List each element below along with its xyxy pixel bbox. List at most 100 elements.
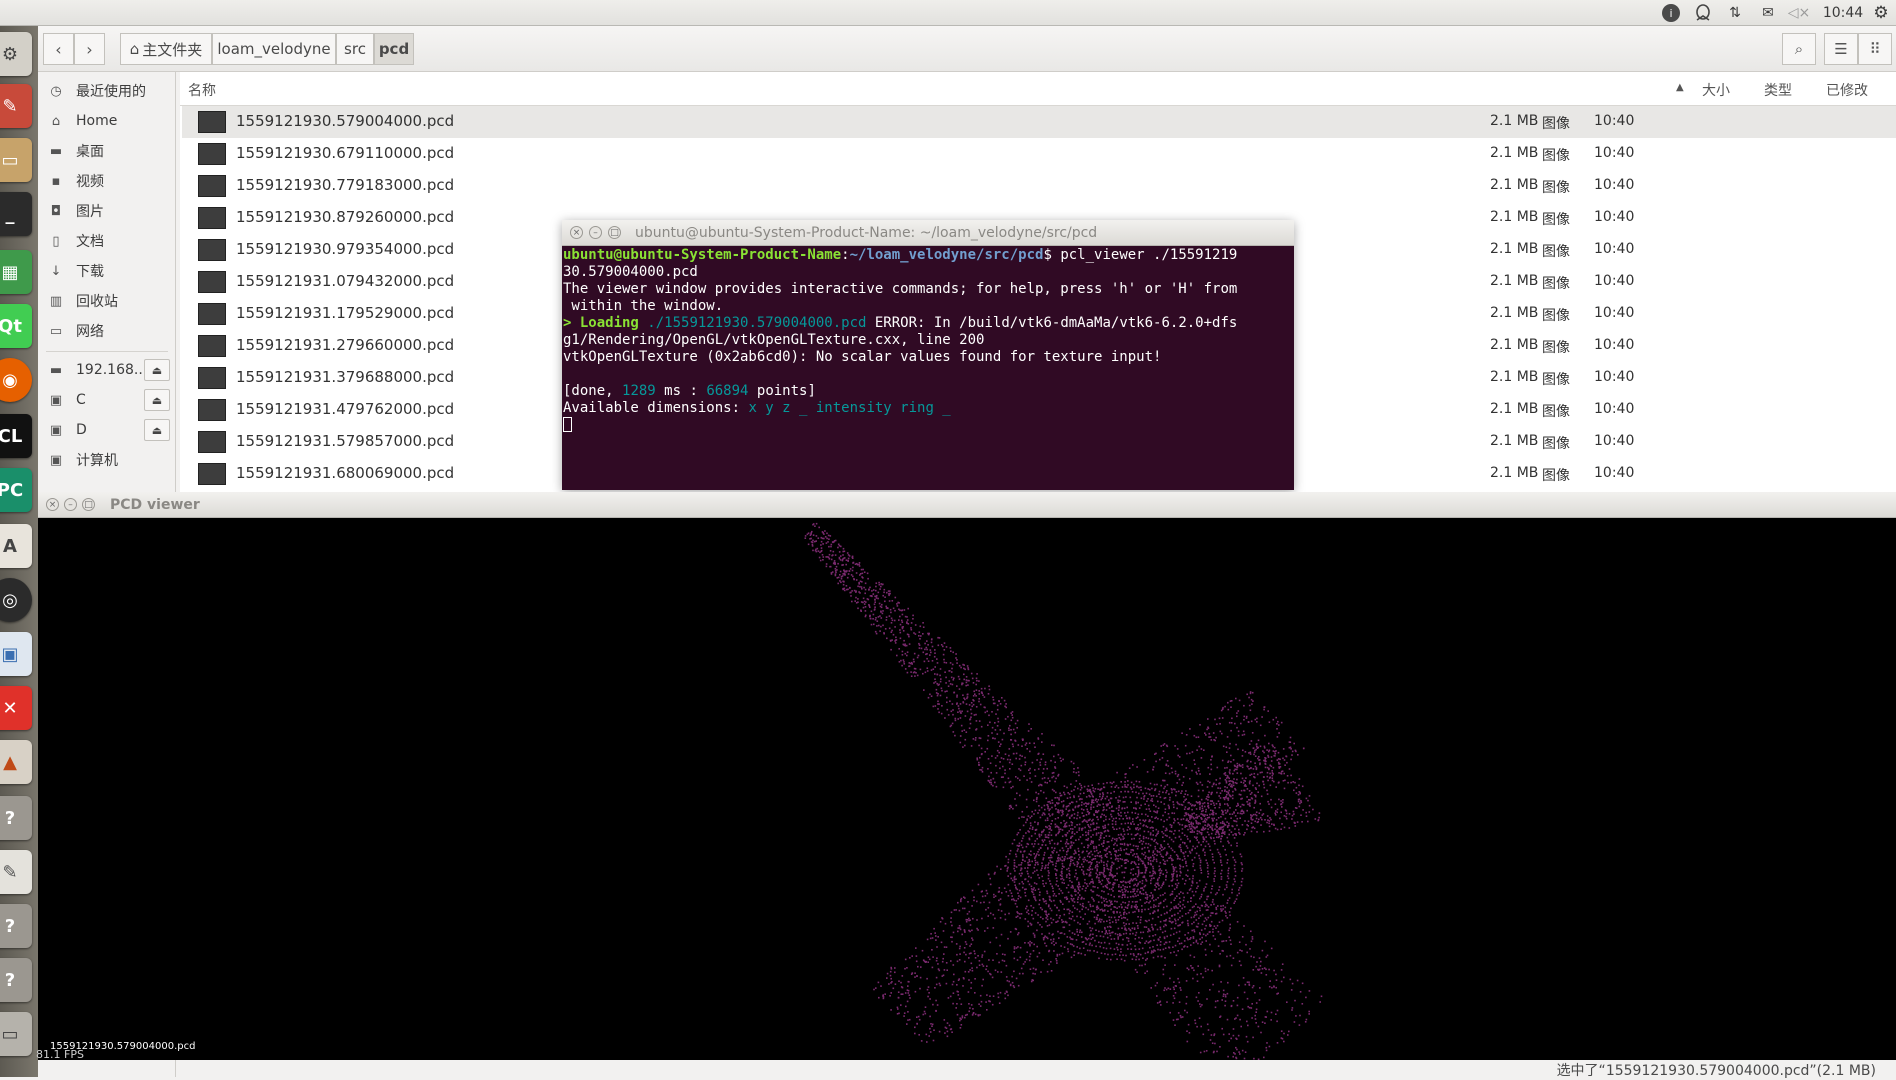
- spreadsheet-icon[interactable]: ▦: [0, 250, 32, 294]
- image-file-icon: [198, 463, 226, 485]
- top-panel: i ⇅ ✉ ◁× 10:44 ⚙: [0, 0, 1896, 26]
- terminal-icon[interactable]: _: [0, 192, 32, 236]
- terminal-output[interactable]: ubuntu@ubuntu-System-Product-Name:~/loam…: [563, 247, 1293, 490]
- column-type[interactable]: 类型: [1764, 80, 1792, 100]
- sidebar-item-network[interactable]: ▭网络: [38, 317, 176, 345]
- file-type: 图像: [1542, 177, 1570, 197]
- network-icon: ▭: [48, 324, 64, 339]
- unknown-app-3-icon[interactable]: ?: [0, 958, 32, 1002]
- system-settings-icon[interactable]: ⚙: [0, 32, 32, 76]
- search-icon: ⌕: [1795, 40, 1803, 58]
- clock[interactable]: 10:44: [1820, 2, 1866, 24]
- ubuntu-one-icon[interactable]: i: [1660, 2, 1682, 24]
- eject-icon: ⏏: [152, 364, 162, 377]
- eject-button[interactable]: ⏏: [144, 389, 170, 411]
- file-modified: 10:40: [1594, 465, 1634, 481]
- sidebar-item-documents[interactable]: ▯文档: [38, 227, 176, 255]
- back-button[interactable]: ‹: [43, 33, 74, 65]
- unknown-app-2-icon[interactable]: ?: [0, 904, 32, 948]
- drive-icon[interactable]: ▭: [0, 1012, 32, 1056]
- breadcrumb-src[interactable]: src: [336, 33, 374, 65]
- column-size[interactable]: 大小: [1702, 80, 1730, 100]
- file-size: 2.1 MB: [1490, 305, 1538, 321]
- file-type: 图像: [1542, 241, 1570, 261]
- mail-icon[interactable]: ✉: [1756, 2, 1780, 24]
- file-name: 1559121931.279660000.pcd: [236, 336, 454, 354]
- file-name: 1559121931.479762000.pcd: [236, 400, 454, 418]
- image-viewer-icon[interactable]: ▣: [0, 632, 32, 676]
- forward-button[interactable]: ›: [74, 33, 105, 65]
- column-modified[interactable]: 已修改: [1826, 80, 1868, 100]
- file-type: 图像: [1542, 433, 1570, 453]
- document-icon: ▯: [48, 234, 64, 249]
- network-transfer-icon[interactable]: ⇅: [1724, 2, 1746, 24]
- sidebar-item-trash[interactable]: ▥回收站: [38, 287, 176, 315]
- point-cloud-render[interactable]: [38, 518, 1896, 1060]
- xmind-icon[interactable]: ✕: [0, 686, 32, 730]
- file-size: 2.1 MB: [1490, 337, 1538, 353]
- sort-ascending-icon[interactable]: ▲: [1676, 82, 1684, 93]
- sidebar-item-videos[interactable]: ▪视频: [38, 167, 176, 195]
- file-type: 图像: [1542, 401, 1570, 421]
- home-icon: ⌂: [48, 114, 64, 129]
- camera-icon[interactable]: ◎: [0, 578, 32, 622]
- settings-gear-icon[interactable]: ⚙: [1870, 2, 1892, 24]
- table-row[interactable]: 1559121930.779183000.pcd2.1 MB图像10:40: [182, 170, 1896, 202]
- file-type: 图像: [1542, 273, 1570, 293]
- pcd-viewer-titlebar[interactable]: × – □ PCD viewer: [38, 492, 1896, 518]
- firefox-icon[interactable]: ◉: [0, 358, 32, 402]
- file-type: 图像: [1542, 337, 1570, 357]
- search-button[interactable]: ⌕: [1782, 33, 1816, 65]
- terminal-window[interactable]: × – □ ubuntu@ubuntu-System-Product-Name:…: [562, 220, 1294, 490]
- sidebar-item-network-drive[interactable]: ▬192.168....⏏: [38, 356, 176, 384]
- eject-button[interactable]: ⏏: [144, 359, 170, 381]
- software-center-icon[interactable]: A: [0, 524, 32, 568]
- clock-icon: ◷: [48, 84, 64, 99]
- list-icon: ☰: [1834, 40, 1847, 58]
- sidebar-item-downloads[interactable]: ↓下载: [38, 257, 176, 285]
- unknown-app-icon[interactable]: ?: [0, 796, 32, 840]
- sidebar-item-recent[interactable]: ◷最近使用的: [38, 77, 176, 105]
- matlab-icon[interactable]: ▲: [0, 740, 32, 784]
- file-name: 1559121931.579857000.pcd: [236, 432, 454, 450]
- file-size: 2.1 MB: [1490, 369, 1538, 385]
- minimize-button[interactable]: –: [589, 226, 602, 239]
- text-editor-icon[interactable]: ✎: [0, 850, 32, 894]
- file-modified: 10:40: [1594, 113, 1634, 129]
- eject-button[interactable]: ⏏: [144, 419, 170, 441]
- grid-view-button[interactable]: ⠿: [1858, 33, 1892, 65]
- folder-icon: ▬: [48, 144, 64, 159]
- sidebar-item-desktop[interactable]: ▬桌面: [38, 137, 176, 165]
- table-row[interactable]: 1559121930.579004000.pcd2.1 MB图像10:40: [182, 106, 1896, 138]
- pcd-viewer-window[interactable]: × – □ PCD viewer 1559121930.579004000.pc…: [38, 492, 1896, 1060]
- minimize-button[interactable]: –: [64, 498, 77, 511]
- sidebar-item-home[interactable]: ⌂Home: [38, 107, 176, 135]
- sidebar-item-drive-c[interactable]: ▣C⏏: [38, 386, 176, 414]
- file-size: 2.1 MB: [1490, 209, 1538, 225]
- list-view-button[interactable]: ☰: [1824, 33, 1858, 65]
- maximize-button[interactable]: □: [82, 498, 95, 511]
- clion-icon[interactable]: CL: [0, 414, 32, 458]
- breadcrumb-pcd[interactable]: pcd: [374, 33, 414, 65]
- close-button[interactable]: ×: [46, 498, 59, 511]
- eject-icon: ⏏: [152, 424, 162, 437]
- trash-icon: ▥: [48, 294, 64, 309]
- pycharm-icon[interactable]: PC: [0, 468, 32, 512]
- text-tool-icon[interactable]: ✎: [0, 84, 32, 128]
- sidebar-item-computer[interactable]: ▣计算机: [38, 446, 176, 474]
- breadcrumb-home[interactable]: ⌂ 主文件夹: [120, 33, 212, 65]
- sidebar-item-pictures[interactable]: ◘图片: [38, 197, 176, 225]
- done-ms: 1289: [622, 383, 656, 399]
- close-button[interactable]: ×: [570, 226, 583, 239]
- qq-icon[interactable]: [1692, 2, 1714, 24]
- sidebar-item-drive-d[interactable]: ▣D⏏: [38, 416, 176, 444]
- volume-muted-icon[interactable]: ◁×: [1788, 2, 1810, 24]
- breadcrumb-loam-velodyne[interactable]: loam_velodyne: [212, 33, 336, 65]
- maximize-button[interactable]: □: [608, 226, 621, 239]
- terminal-titlebar[interactable]: × – □ ubuntu@ubuntu-System-Product-Name:…: [562, 220, 1294, 246]
- column-name[interactable]: 名称: [188, 80, 216, 100]
- file-modified: 10:40: [1594, 273, 1634, 289]
- qt-creator-icon[interactable]: Qt: [0, 304, 32, 348]
- table-row[interactable]: 1559121930.679110000.pcd2.1 MB图像10:40: [182, 138, 1896, 170]
- files-icon[interactable]: ▭: [0, 138, 32, 182]
